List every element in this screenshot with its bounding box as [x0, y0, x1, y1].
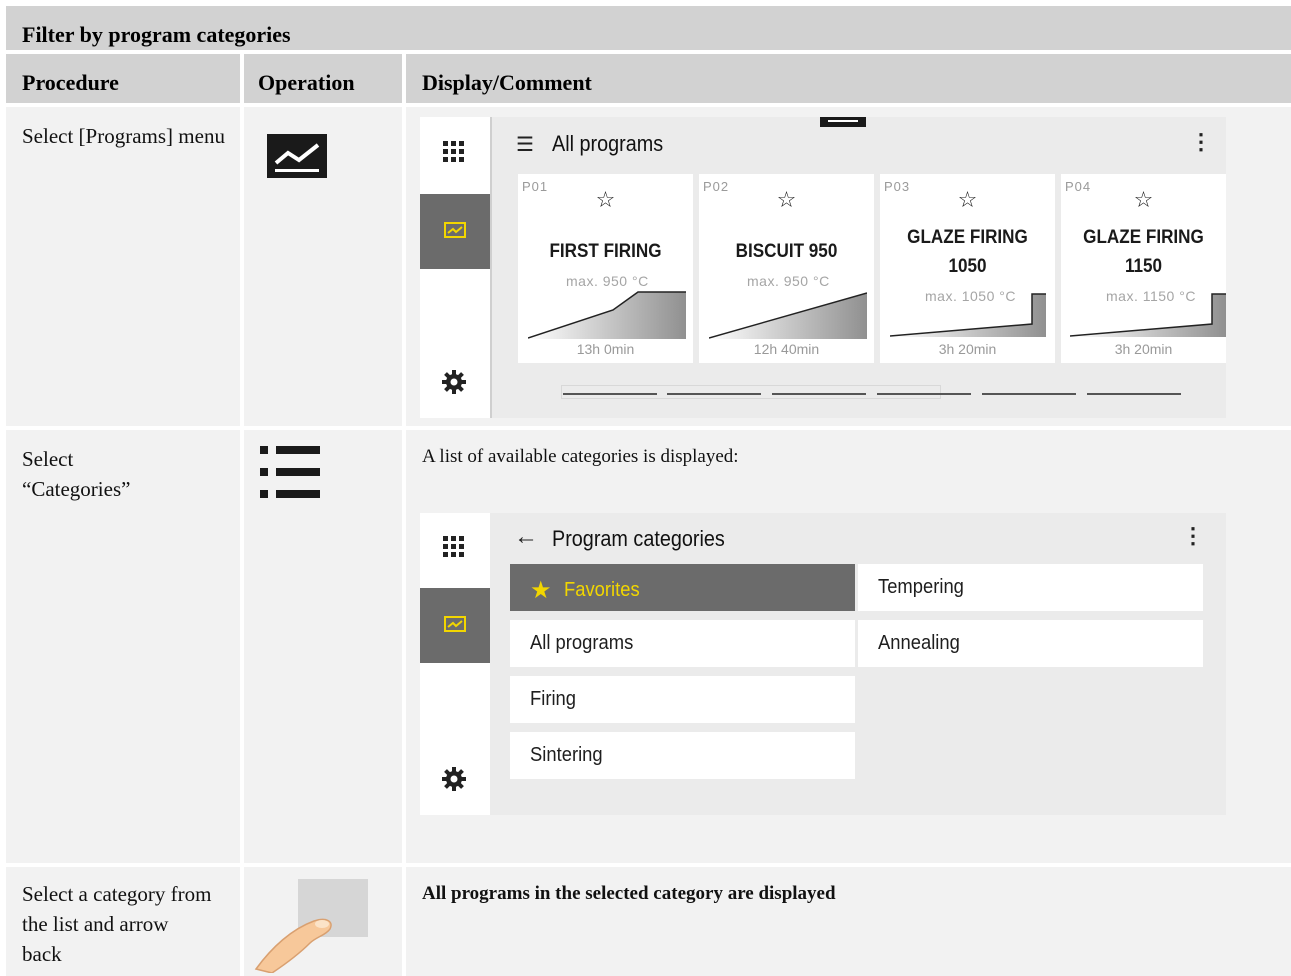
- comment-text: A list of available categories is displa…: [422, 446, 739, 467]
- page-indicator-segment[interactable]: [667, 393, 761, 395]
- favorite-star-icon[interactable]: ☆: [518, 188, 693, 213]
- firing-curve-chart: [709, 292, 867, 339]
- list-menu-icon[interactable]: ☰: [516, 132, 534, 157]
- procedure-text: Select [Programs] menu: [22, 124, 225, 148]
- favorite-star-icon[interactable]: ☆: [699, 188, 874, 213]
- programs-nav-icon: [444, 222, 466, 238]
- operation-cell-3: [244, 867, 402, 976]
- firing-curve-chart: [890, 293, 1046, 337]
- program-card[interactable]: P02 ☆ BISCUIT 950 max. 950 °C 12h 40min: [699, 174, 874, 363]
- settings-gear-icon[interactable]: [442, 767, 466, 796]
- comment-text: All programs in the selected category ar…: [422, 883, 836, 904]
- nav-programs-selected[interactable]: [420, 194, 490, 269]
- pull-down-tab[interactable]: [820, 117, 866, 127]
- operation-cell-2: [244, 430, 402, 863]
- programs-nav-icon: [444, 616, 466, 632]
- category-sintering[interactable]: Sintering: [510, 732, 855, 779]
- page-indicator-segment[interactable]: [772, 393, 866, 395]
- category-favorites[interactable]: ★ Favorites: [510, 564, 855, 611]
- program-card[interactable]: P01 ☆ FIRST FIRING max. 950 °C 13h 0min: [518, 174, 693, 363]
- firing-curve-chart: [1070, 293, 1226, 337]
- nav-programs-selected[interactable]: [420, 588, 490, 663]
- page-indicator-segment[interactable]: [1087, 393, 1181, 395]
- programs-chart-icon: [267, 134, 327, 178]
- more-menu-icon[interactable]: ⋮: [1190, 129, 1212, 155]
- category-firing[interactable]: Firing: [510, 676, 855, 723]
- favorite-star-icon[interactable]: ☆: [1061, 188, 1226, 213]
- column-header-operation: Operation: [244, 54, 402, 103]
- back-arrow-icon[interactable]: ←: [514, 523, 538, 551]
- procedure-cell-2: Select “Categories”: [6, 430, 240, 863]
- operation-cell-1: [244, 107, 402, 426]
- finger-touch-icon: [254, 879, 368, 973]
- apps-grid-icon[interactable]: [441, 139, 465, 168]
- page-indicator-segment[interactable]: [982, 393, 1076, 395]
- display-cell-1: ☰ All programs ⋮ P01 ☆ FIRST FIRING max.…: [406, 107, 1291, 426]
- settings-gear-icon[interactable]: [442, 370, 466, 399]
- category-all-programs[interactable]: All programs: [510, 620, 855, 667]
- page-indicator-segment[interactable]: [563, 393, 657, 395]
- screen-title: All programs: [552, 131, 664, 156]
- display-cell-2: A list of available categories is displa…: [406, 430, 1291, 863]
- procedure-text: Select “Categories”: [22, 447, 131, 501]
- favorite-star-icon[interactable]: ☆: [880, 188, 1055, 213]
- category-annealing[interactable]: Annealing: [858, 620, 1203, 667]
- table-title-text: Filter by program categories: [22, 22, 291, 47]
- page-indicator-segment[interactable]: [877, 393, 971, 395]
- programs-screen: ☰ All programs ⋮ P01 ☆ FIRST FIRING max.…: [420, 117, 1226, 418]
- procedure-cell-1: Select [Programs] menu: [6, 107, 240, 426]
- categories-screen: ← Program categories ⋮ ★ Favorites Temper…: [420, 513, 1226, 815]
- column-header-display-comment: Display/Comment: [406, 54, 1291, 103]
- program-card[interactable]: P04 ☆ GLAZE FIRING 1150 max. 1150 °C 3h …: [1061, 174, 1226, 363]
- procedure-text: Select a category from the list and arro…: [22, 882, 212, 966]
- category-tempering[interactable]: Tempering: [858, 564, 1203, 611]
- more-menu-icon[interactable]: ⋮: [1182, 523, 1204, 549]
- firing-curve-chart: [528, 291, 686, 339]
- table-title: Filter by program categories: [6, 6, 1291, 50]
- program-card[interactable]: P03 ☆ GLAZE FIRING 1050 max. 1050 °C 3h …: [880, 174, 1055, 363]
- column-header-procedure: Procedure: [6, 54, 240, 103]
- display-cell-3: All programs in the selected category ar…: [406, 867, 1291, 976]
- apps-grid-icon[interactable]: [441, 534, 465, 563]
- procedure-cell-3: Select a category from the list and arro…: [6, 867, 240, 976]
- star-icon: ★: [530, 577, 552, 604]
- page-indicator-current: [561, 385, 941, 399]
- screen-title: Program categories: [552, 526, 725, 551]
- list-icon: [260, 446, 320, 498]
